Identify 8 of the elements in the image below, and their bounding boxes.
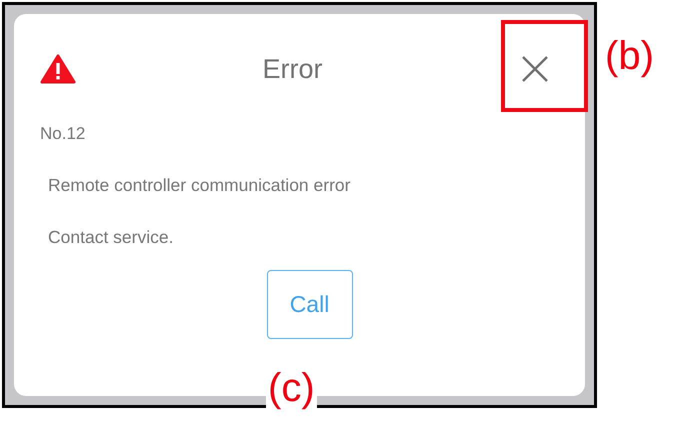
error-code: No.12	[40, 124, 86, 144]
instruction-text: Contact service.	[47, 227, 174, 248]
call-button[interactable]: Call	[266, 270, 352, 339]
error-message: Remote controller communication error	[47, 175, 352, 196]
warning-icon	[40, 54, 76, 84]
callout-label: (b)	[605, 36, 654, 76]
dialog-title: Error	[262, 54, 324, 84]
close-icon	[521, 55, 549, 83]
